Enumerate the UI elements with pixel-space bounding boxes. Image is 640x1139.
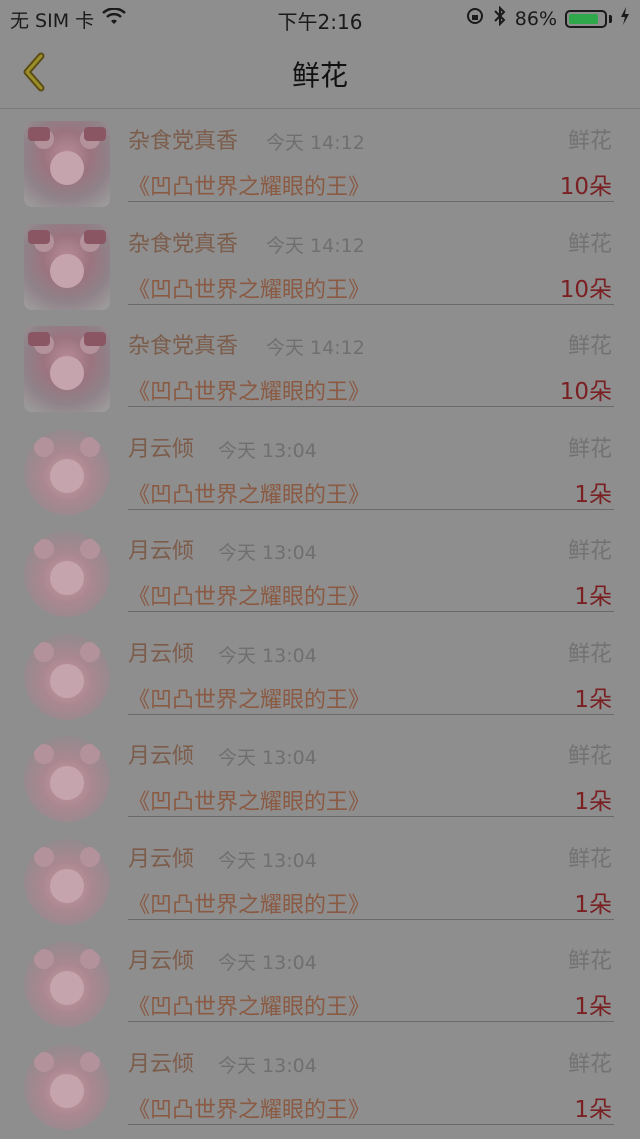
book-title[interactable]: 《凹凸世界之耀眼的王》	[128, 579, 370, 611]
status-bar: 无 SIM 卡 下午2:16 86%	[0, 0, 640, 36]
rotation-lock-icon	[465, 6, 485, 31]
book-title[interactable]: 《凹凸世界之耀眼的王》	[128, 374, 370, 406]
gift-type: 鲜花	[567, 744, 612, 769]
avatar[interactable]	[24, 838, 110, 925]
timestamp: 今天 14:12	[266, 337, 365, 359]
avatar[interactable]	[24, 223, 110, 310]
timestamp: 今天 13:04	[218, 952, 317, 974]
battery-percent: 86%	[514, 7, 557, 30]
timestamp: 今天 13:04	[218, 747, 317, 769]
user-name[interactable]: 月云倾	[128, 943, 194, 975]
gift-type: 鲜花	[567, 641, 612, 667]
avatar[interactable]	[24, 736, 110, 822]
avatar[interactable]	[24, 326, 110, 412]
timestamp: 今天 14:12	[266, 132, 365, 154]
divider	[128, 611, 614, 612]
timestamp: 今天 13:04	[218, 542, 317, 564]
divider	[128, 406, 614, 407]
gift-type: 鲜花	[567, 846, 612, 872]
user-name[interactable]: 月云倾	[128, 636, 194, 668]
list-item[interactable]: 月云倾 今天 13:04 鲜花 《凹凸世界之耀眼的王》 1朵	[0, 519, 640, 622]
avatar[interactable]	[24, 121, 110, 207]
gift-count: 1朵	[574, 686, 612, 713]
book-title[interactable]: 《凹凸世界之耀眼的王》	[128, 989, 370, 1021]
timestamp: 今天 14:12	[266, 234, 365, 257]
timestamp: 今天 13:04	[218, 439, 317, 462]
list-item[interactable]: 月云倾 今天 13:04 鲜花 《凹凸世界之耀眼的王》 1朵	[0, 1032, 640, 1135]
gift-count: 10朵	[559, 379, 612, 405]
battery-icon	[565, 9, 607, 28]
list-item[interactable]: 月云倾 今天 13:04 鲜花 《凹凸世界之耀眼的王》 1朵	[0, 929, 640, 1032]
user-name[interactable]: 月云倾	[128, 841, 194, 873]
bluetooth-icon	[493, 5, 507, 31]
page-title: 鲜花	[291, 59, 348, 92]
divider	[128, 508, 614, 510]
status-right: 86%	[465, 5, 630, 31]
avatar[interactable]	[24, 941, 110, 1027]
gift-count: 1朵	[574, 1096, 612, 1123]
divider	[128, 1123, 614, 1125]
timestamp: 今天 13:04	[218, 849, 317, 872]
book-title[interactable]: 《凹凸世界之耀眼的王》	[128, 682, 370, 714]
user-name[interactable]: 杂食党真香	[128, 226, 238, 258]
gift-type: 鲜花	[567, 231, 612, 257]
list-item[interactable]: 杂食党真香 今天 14:12 鲜花 《凹凸世界之耀眼的王》 10朵	[0, 212, 640, 315]
gift-count: 1朵	[574, 481, 612, 508]
battery-cap	[609, 14, 612, 23]
user-name[interactable]: 杂食党真香	[128, 123, 238, 155]
book-title[interactable]: 《凹凸世界之耀眼的王》	[128, 477, 370, 509]
divider	[128, 201, 614, 202]
list-item[interactable]: 杂食党真香 今天 14:12 鲜花 《凹凸世界之耀眼的王》 10朵	[0, 109, 640, 212]
divider	[128, 816, 614, 817]
gift-type: 鲜花	[567, 334, 612, 359]
user-name[interactable]: 杂食党真香	[128, 328, 238, 360]
divider	[128, 1021, 614, 1022]
gift-count: 10朵	[559, 276, 612, 303]
flower-list: 杂食党真香 今天 14:12 鲜花 《凹凸世界之耀眼的王》 10朵 杂食党真香 …	[0, 109, 640, 1134]
divider	[128, 918, 614, 920]
divider	[128, 713, 614, 715]
gift-count: 1朵	[574, 891, 612, 918]
list-item[interactable]: 月云倾 今天 13:04 鲜花 《凹凸世界之耀眼的王》 1朵	[0, 827, 640, 930]
navigation-bar: 鲜花	[0, 36, 640, 109]
book-title[interactable]: 《凹凸世界之耀眼的王》	[128, 784, 370, 816]
gift-count: 10朵	[559, 174, 612, 200]
charging-icon	[620, 7, 630, 30]
gift-type: 鲜花	[567, 129, 612, 154]
gift-type: 鲜花	[567, 436, 612, 462]
user-name[interactable]: 月云倾	[128, 431, 194, 463]
book-title[interactable]: 《凹凸世界之耀眼的王》	[128, 169, 370, 201]
user-name[interactable]: 月云倾	[128, 1046, 194, 1078]
list-item[interactable]: 杂食党真香 今天 14:12 鲜花 《凹凸世界之耀眼的王》 10朵	[0, 314, 640, 417]
timestamp: 今天 13:04	[218, 1054, 317, 1077]
avatar[interactable]	[24, 531, 110, 617]
avatar[interactable]	[24, 1043, 110, 1130]
divider	[128, 303, 614, 305]
user-name[interactable]: 月云倾	[128, 533, 194, 565]
gift-type: 鲜花	[567, 1051, 612, 1077]
book-title[interactable]: 《凹凸世界之耀眼的王》	[128, 272, 370, 304]
gift-count: 1朵	[574, 584, 612, 610]
list-item[interactable]: 月云倾 今天 13:04 鲜花 《凹凸世界之耀眼的王》 1朵	[0, 417, 640, 520]
avatar[interactable]	[24, 633, 110, 720]
gift-type: 鲜花	[567, 539, 612, 564]
book-title[interactable]: 《凹凸世界之耀眼的王》	[128, 1092, 370, 1124]
avatar[interactable]	[24, 428, 110, 515]
timestamp: 今天 13:04	[218, 644, 317, 667]
gift-type: 鲜花	[567, 949, 612, 974]
gift-count: 1朵	[574, 994, 612, 1020]
gift-count: 1朵	[574, 789, 612, 815]
list-item[interactable]: 月云倾 今天 13:04 鲜花 《凹凸世界之耀眼的王》 1朵	[0, 724, 640, 827]
user-name[interactable]: 月云倾	[128, 738, 194, 770]
book-title[interactable]: 《凹凸世界之耀眼的王》	[128, 887, 370, 919]
list-item[interactable]: 月云倾 今天 13:04 鲜花 《凹凸世界之耀眼的王》 1朵	[0, 622, 640, 725]
